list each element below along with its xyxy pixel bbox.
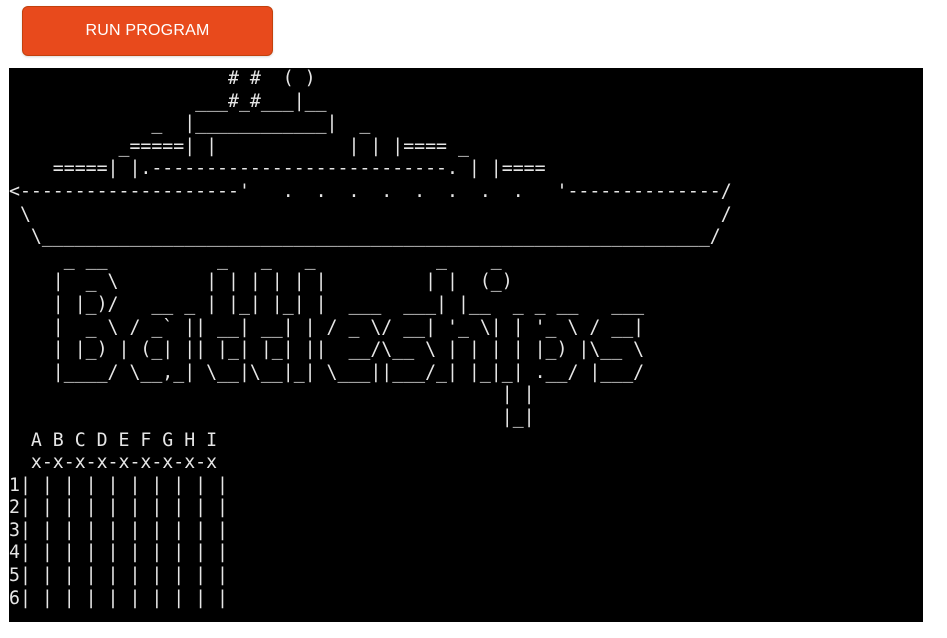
terminal-output[interactable]: # # ( ) ___#_#___|__ _ |____________| _ … [9, 68, 923, 622]
terminal-text: # # ( ) ___#_#___|__ _ |____________| _ … [9, 68, 732, 609]
run-program-button[interactable]: RUN PROGRAM [22, 6, 273, 56]
page: RUN PROGRAM # # ( ) ___#_#___|__ _ |____… [0, 0, 947, 638]
